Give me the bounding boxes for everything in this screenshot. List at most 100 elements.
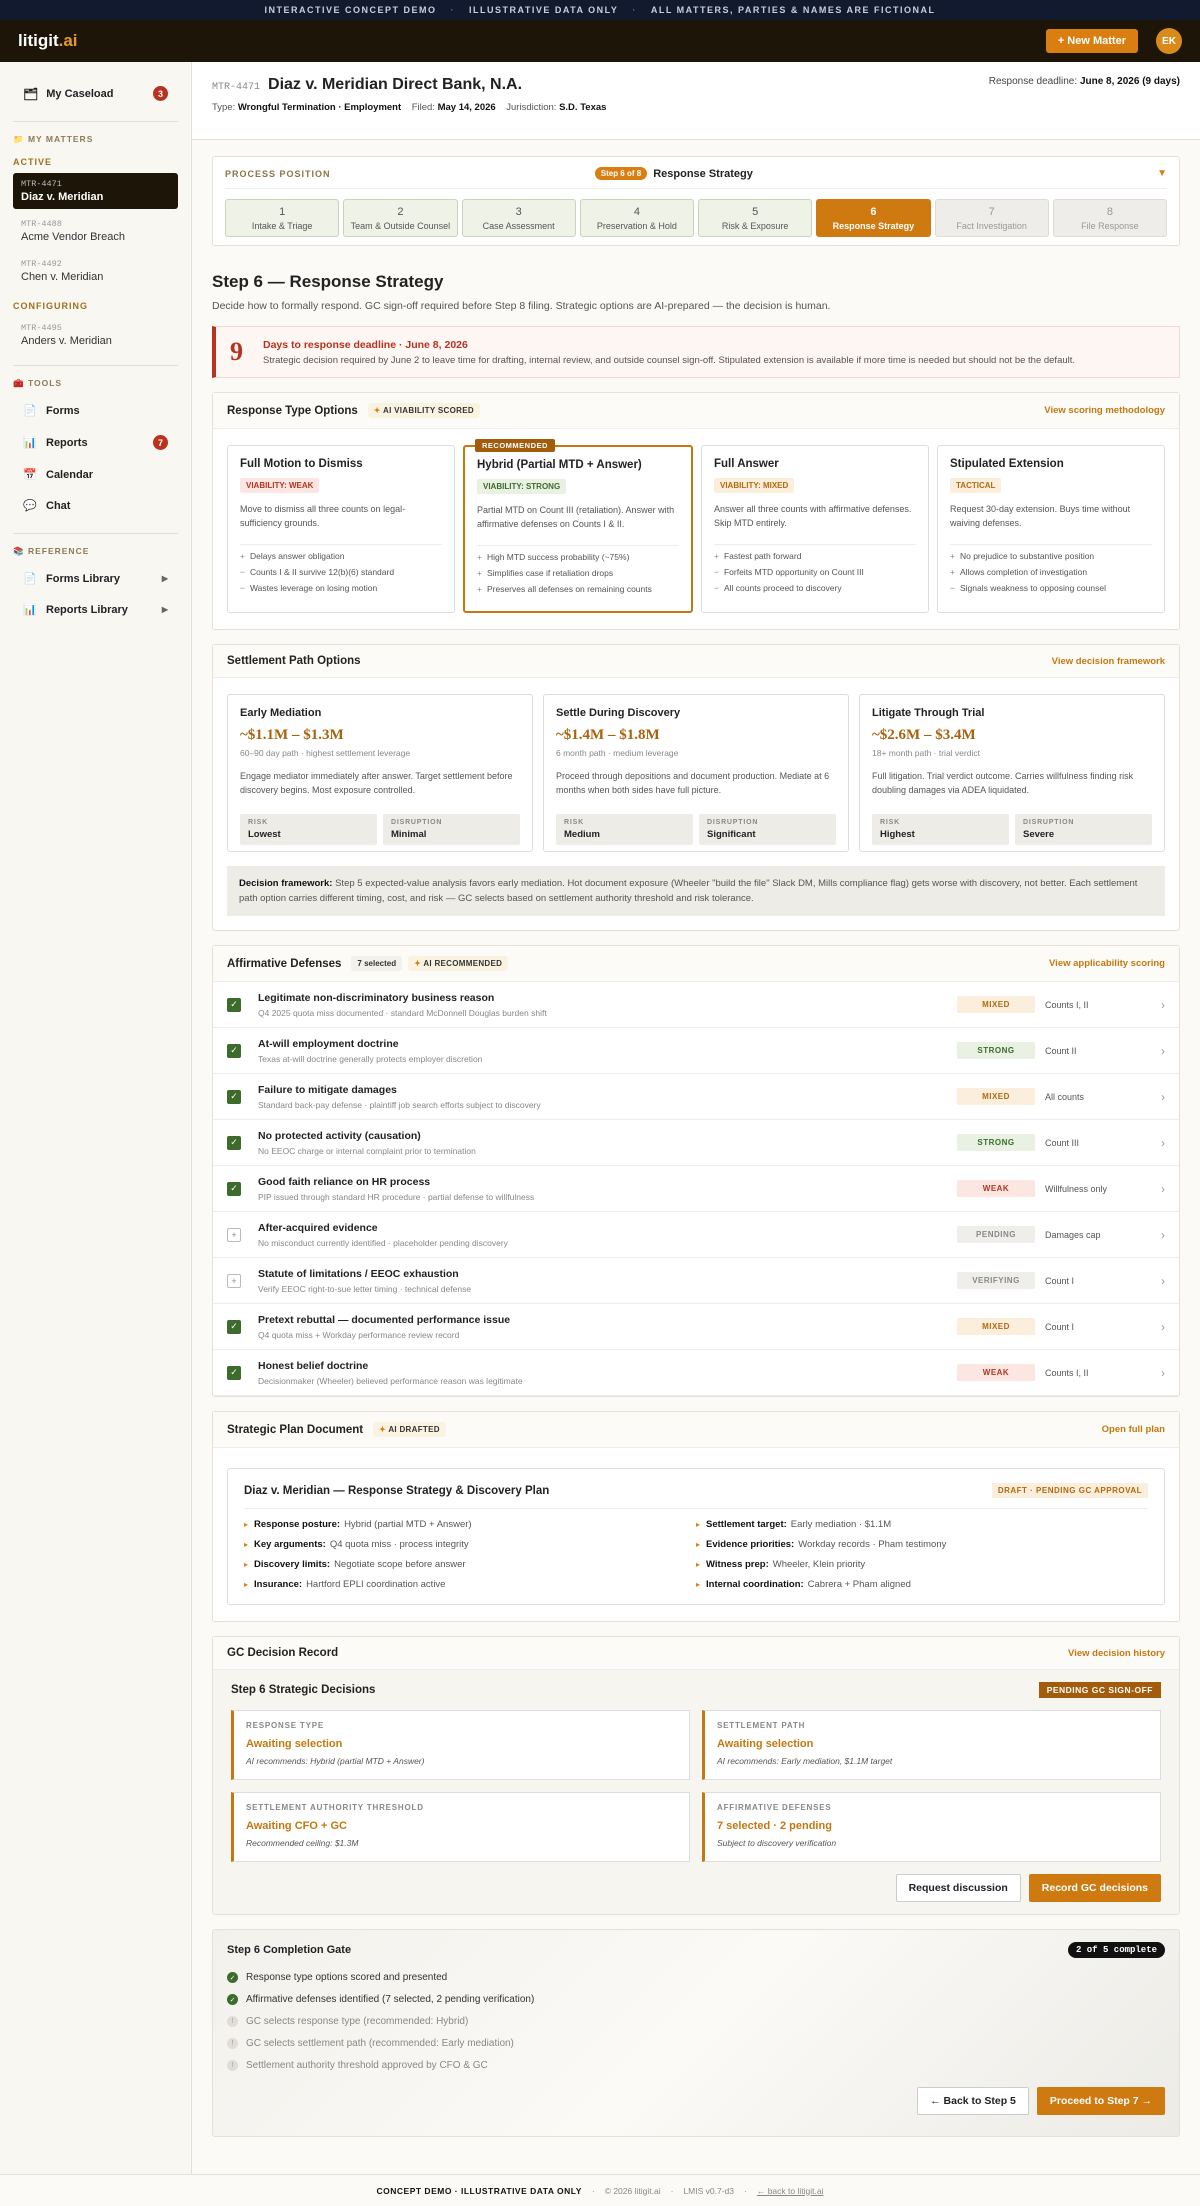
defense-title: At-will employment doctrine [258,1037,399,1050]
risk-label: RISK [248,819,268,826]
decision-framework-link[interactable]: View decision framework [1052,656,1165,667]
response-option-card[interactable]: Full Motion to Dismiss VIABILITY: WEAK Mov… [227,445,455,613]
recommended-badge: RECOMMENDED [475,439,555,452]
settlement-option-card[interactable]: Early Mediation ~$1.1M – $1.3M 60–90 day p… [227,694,533,852]
affirmative-defenses: Affirmative Defenses 7 selected ✦ AI REC… [212,945,1180,1398]
chevron-right-icon[interactable]: › [1155,1044,1165,1058]
ai-tag: ✦ AI RECOMMENDED [408,956,509,972]
response-option-card[interactable]: Full Answer VIABILITY: MIXED Answer all th… [701,445,929,613]
defense-counts: All counts [1045,1091,1085,1102]
checkbox-checked-icon[interactable]: ✓ [227,997,241,1012]
plan-item-key: Internal coordination: [706,1579,804,1591]
defense-detail: Verify EEOC right-to-sue letter timing ·… [258,1283,472,1294]
sidebar-item-forms[interactable]: 📄 Forms [13,395,178,426]
checkbox-add-icon[interactable]: + [227,1273,241,1288]
sidebar-item-calendar[interactable]: 📅 Calendar [13,459,178,490]
decision-history-link[interactable]: View decision history [1068,1648,1165,1659]
avatar[interactable]: EK [1156,28,1182,54]
sidebar-matter-acme[interactable]: MTR-4488 Acme Vendor Breach [13,213,178,249]
chevron-right-icon[interactable]: › [1155,1366,1165,1380]
chevron-right-icon[interactable]: › [1155,1274,1165,1288]
step-1[interactable]: 1 Intake & Triage [225,199,340,237]
defense-row[interactable]: ✓ Pretext rebuttal — documented performan… [213,1304,1179,1351]
step-5[interactable]: 5 Risk & Exposure [698,199,813,237]
chevron-right-icon[interactable]: › [1155,1090,1165,1104]
chevron-right-icon[interactable]: › [1155,1182,1165,1196]
sidebar-item-reports[interactable]: 📊 Reports 7 [13,426,178,459]
open-full-plan-link[interactable]: Open full plan [1102,1424,1165,1435]
request-discussion-button[interactable]: Request discussion [895,1874,1021,1903]
checkbox-checked-icon[interactable]: ✓ [227,1181,241,1196]
defense-counts: Damages cap [1045,1229,1101,1240]
sidebar-matter-anders[interactable]: MTR-4495 Anders v. Meridian [13,317,178,353]
decision-label: SETTLEMENT AUTHORITY THRESHOLD [246,1803,424,1813]
defense-row[interactable]: + After-acquired evidence No misconduct cu… [213,1212,1179,1259]
chevron-right-icon[interactable]: › [1155,1320,1165,1334]
my-matters-heading: 📁 MY MATTERS [13,134,94,144]
defense-row[interactable]: ✓ Legitimate non-discriminatory business … [213,982,1179,1029]
settlement-path: 18+ month path · trial verdict [872,748,980,758]
risk-label: RISK [564,819,584,826]
sidebar-item-forms-library[interactable]: 📄 Forms Library ▶ [13,563,178,594]
risk-box: RISK Medium [556,814,693,845]
defense-row[interactable]: ✓ Good faith reliance on HR process PIP is… [213,1166,1179,1213]
gc-decision-card[interactable]: AFFIRMATIVE DEFENSES 7 selected · 2 pendi… [702,1792,1161,1863]
folder-icon: 📁 [13,134,28,144]
sidebar-item-caseload[interactable]: 🗂 My Caseload 3 [13,78,178,109]
sidebar-matter-diaz[interactable]: MTR-4471 Diaz v. Meridian [13,173,178,209]
disruption-value: Severe [1023,829,1055,840]
gc-decision-card[interactable]: SETTLEMENT AUTHORITY THRESHOLD Awaiting C… [231,1792,690,1863]
chevron-right-icon[interactable]: › [1155,998,1165,1012]
bullet-icon: ▸ [244,1520,249,1530]
step-3[interactable]: 3 Case Assessment [461,199,576,237]
checkbox-checked-icon[interactable]: ✓ [227,1043,241,1058]
defense-row[interactable]: ✓ Honest belief doctrine Decisionmaker (Wh… [213,1350,1179,1397]
gc-decision-card[interactable]: SETTLEMENT PATH Awaiting selection AI reco… [702,1710,1161,1781]
gate-item: ! GC selects response type (recommended: … [227,2016,1165,2028]
sidebar-item-reports-library[interactable]: 📊 Reports Library ▶ [13,594,178,625]
step-7[interactable]: 7 Fact Investigation [934,199,1049,237]
logo[interactable]: litigit.ai [18,31,78,51]
response-option-card[interactable]: Stipulated Extension TACTICAL Request 30-d… [937,445,1165,613]
defense-row[interactable]: ✓ At-will employment doctrine Texas at-wil… [213,1028,1179,1075]
chevron-down-icon[interactable]: ▼ [1157,168,1167,179]
footer: CONCEPT DEMO · ILLUSTRATIVE DATA ONLY · © … [0,2174,1200,2206]
applicability-scoring-link[interactable]: View applicability scoring [1049,958,1165,969]
decision-framework-note: Decision framework: Step 5 expected-valu… [227,866,1165,917]
scoring-methodology-link[interactable]: View scoring methodology [1044,405,1165,416]
response-option-card[interactable]: RECOMMENDED Hybrid (Partial MTD + Answer)… [463,439,693,613]
checkbox-checked-icon[interactable]: ✓ [227,1135,241,1150]
step-8[interactable]: 8 File Response [1052,199,1167,237]
option-point: + Fastest path forward [714,551,916,561]
folder-icon: 🗂 [23,86,39,101]
chevron-right-icon[interactable]: › [1155,1228,1165,1242]
sidebar-item-chat[interactable]: 💬 Chat [13,490,178,521]
expand-arrow-icon: ▶ [161,605,168,614]
sidebar-matter-chen[interactable]: MTR-4492 Chen v. Meridian [13,253,178,289]
step-2[interactable]: 2 Team & Outside Counsel [343,199,458,237]
calendar-icon: 📅 [23,469,37,481]
checkbox-checked-icon[interactable]: ✓ [227,1089,241,1104]
defense-row[interactable]: + Statute of limitations / EEOC exhaustio… [213,1258,1179,1305]
chevron-right-icon[interactable]: › [1155,1136,1165,1150]
checkbox-add-icon[interactable]: + [227,1227,241,1242]
checkbox-checked-icon[interactable]: ✓ [227,1319,241,1334]
checkbox-checked-icon[interactable]: ✓ [227,1365,241,1380]
pending-circle-icon: ! [227,2060,238,2072]
gc-decision-card[interactable]: RESPONSE TYPE Awaiting selection AI recomm… [231,1710,690,1781]
back-to-step-5-button[interactable]: ← Back to Step 5 [917,2087,1029,2116]
new-matter-button[interactable]: + New Matter [1045,29,1138,53]
step-4[interactable]: 4 Preservation & Hold [579,199,694,237]
defense-title: Pretext rebuttal — documented performanc… [258,1313,511,1326]
proceed-to-step-7-button[interactable]: Proceed to Step 7 → [1036,2087,1165,2116]
settlement-option-card[interactable]: Litigate Through Trial ~$2.6M – $3.4M 18+ … [859,694,1165,852]
record-gc-decisions-button[interactable]: Record GC decisions [1028,1874,1161,1903]
step-6[interactable]: 6 Response Strategy [816,199,931,237]
gate-item: ✓ Affirmative defenses identified (7 sele… [227,1994,1165,2006]
back-to-site-link[interactable]: ← back to litigit.ai [757,2186,824,2196]
settlement-option-card[interactable]: Settle During Discovery ~$1.4M – $1.8M 6 m… [543,694,849,852]
defense-row[interactable]: ✓ Failure to mitigate damages Standard bac… [213,1074,1179,1121]
document-icon: 📄 [23,573,37,585]
defense-row[interactable]: ✓ No protected activity (causation) No EEO… [213,1120,1179,1167]
option-point: + No prejudice to substantive position [950,551,1152,561]
